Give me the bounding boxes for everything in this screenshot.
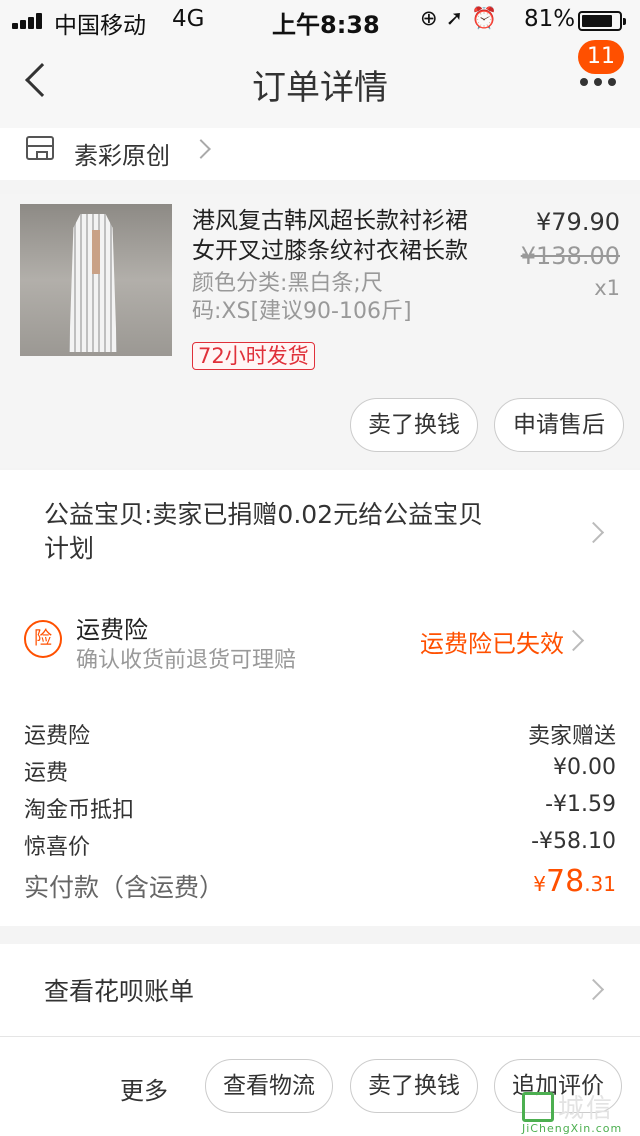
- fee-label: 运费: [24, 761, 69, 786]
- product-original-price: ¥138.00: [520, 242, 620, 270]
- fee-row: 惊喜价 -¥58.10: [24, 829, 616, 861]
- fee-row: 运费险 卖家赠送: [24, 718, 616, 750]
- sell-button-bottom[interactable]: 卖了换钱: [350, 1059, 478, 1113]
- sell-button[interactable]: 卖了换钱: [350, 398, 478, 452]
- product-title[interactable]: 港风复古韩风超长款衬衫裙 女开叉过膝条纹衬衣裙长款: [192, 206, 490, 266]
- product-image[interactable]: [20, 204, 172, 356]
- total-amount: ¥78.31: [533, 864, 616, 899]
- huabei-bill-row[interactable]: 查看花呗账单: [0, 944, 640, 1036]
- product-title-line2: 女开叉过膝条纹衬衣裙长款: [192, 238, 468, 264]
- fee-label: 惊喜价: [24, 835, 91, 860]
- status-icons: ⊕➚⏰: [420, 6, 506, 30]
- clock: 上午8:38: [272, 11, 380, 39]
- insurance-status[interactable]: 运费险已失效: [420, 624, 564, 659]
- total-row: 实付款（含运费） ¥78.31: [24, 864, 616, 904]
- nav-bar: 订单详情 11: [0, 40, 640, 128]
- fee-value: -¥1.59: [545, 792, 616, 817]
- fee-row: 运费 ¥0.00: [24, 755, 616, 787]
- battery-icon: [578, 11, 626, 31]
- chevron-right-icon: [562, 629, 585, 652]
- charity-row[interactable]: 公益宝贝:卖家已捐赠0.02元给公益宝贝 计划: [0, 470, 640, 570]
- product-quantity: x1: [594, 276, 620, 300]
- watermark-logo-icon: [522, 1092, 554, 1122]
- product-price: ¥79.90: [536, 208, 620, 236]
- battery-percent: 81%: [524, 6, 576, 32]
- product-sku: 颜色分类:黑白条;尺 码:XS[建议90-106斤]: [192, 270, 492, 326]
- shipping-tag: 72小时发货: [192, 342, 315, 370]
- total-int: 78: [546, 864, 585, 899]
- more-icon[interactable]: [578, 78, 618, 88]
- total-dec: .31: [584, 872, 616, 896]
- sku-line1: 颜色分类:黑白条;尺: [192, 271, 383, 296]
- fee-value: -¥58.10: [531, 829, 616, 854]
- insurance-title: 运费险: [76, 616, 148, 644]
- charity-line2: 计划: [44, 534, 95, 563]
- signal-icon: [12, 13, 46, 29]
- status-bar: 中国移动 4G 上午8:38 ⊕➚⏰ 81%: [0, 0, 640, 40]
- chevron-right-icon: [582, 521, 605, 544]
- insurance-subtitle: 确认收货前退货可理赔: [76, 648, 297, 673]
- store-icon: [26, 136, 54, 160]
- carrier-label: 中国移动: [54, 13, 146, 39]
- after-sale-button[interactable]: 申请售后: [494, 398, 624, 452]
- sku-line2: 码:XS[建议90-106斤]: [192, 299, 412, 324]
- page-title: 订单详情: [252, 68, 388, 108]
- more-actions[interactable]: 更多: [120, 1071, 168, 1106]
- fee-value: 卖家赠送: [527, 724, 616, 749]
- shop-row[interactable]: 素彩原创: [0, 128, 640, 180]
- charity-line1: 公益宝贝:卖家已捐赠0.02元给公益宝贝: [44, 500, 484, 529]
- watermark-text: 城信: [558, 1094, 615, 1124]
- fee-row: 淘金币抵扣 -¥1.59: [24, 792, 616, 824]
- total-currency: ¥: [533, 872, 546, 896]
- chevron-right-icon: [582, 978, 605, 1001]
- chevron-right-icon: [191, 139, 211, 159]
- total-label: 实付款（含运费）: [24, 873, 225, 902]
- product-card[interactable]: 港风复古韩风超长款衬衫裙 女开叉过膝条纹衬衣裙长款 颜色分类:黑白条;尺 码:X…: [0, 194, 640, 468]
- shop-name[interactable]: 素彩原创: [74, 136, 170, 171]
- insurance-icon: 险: [24, 620, 62, 658]
- freight-insurance-row[interactable]: 险 运费险 确认收货前退货可理赔 运费险已失效: [0, 570, 640, 700]
- fee-summary: 运费险 卖家赠送 运费 ¥0.00 淘金币抵扣 -¥1.59 惊喜价 -¥58.…: [0, 700, 640, 926]
- product-title-line1: 港风复古韩风超长款衬衫裙: [192, 208, 468, 234]
- watermark-url: JiChengXin.com: [522, 1122, 623, 1135]
- scarf-illustration: [92, 230, 100, 274]
- huabei-label: 查看花呗账单: [44, 977, 195, 1006]
- fee-label: 淘金币抵扣: [24, 798, 135, 823]
- fee-label: 运费险: [24, 724, 91, 749]
- charity-text: 公益宝贝:卖家已捐赠0.02元给公益宝贝 计划: [44, 498, 564, 566]
- watermark: 城信 JiChengXin.com: [522, 1088, 638, 1135]
- network-label: 4G: [172, 6, 205, 32]
- view-logistics-button[interactable]: 查看物流: [205, 1059, 333, 1113]
- fee-value: ¥0.00: [553, 755, 616, 780]
- notification-badge: 11: [578, 40, 624, 74]
